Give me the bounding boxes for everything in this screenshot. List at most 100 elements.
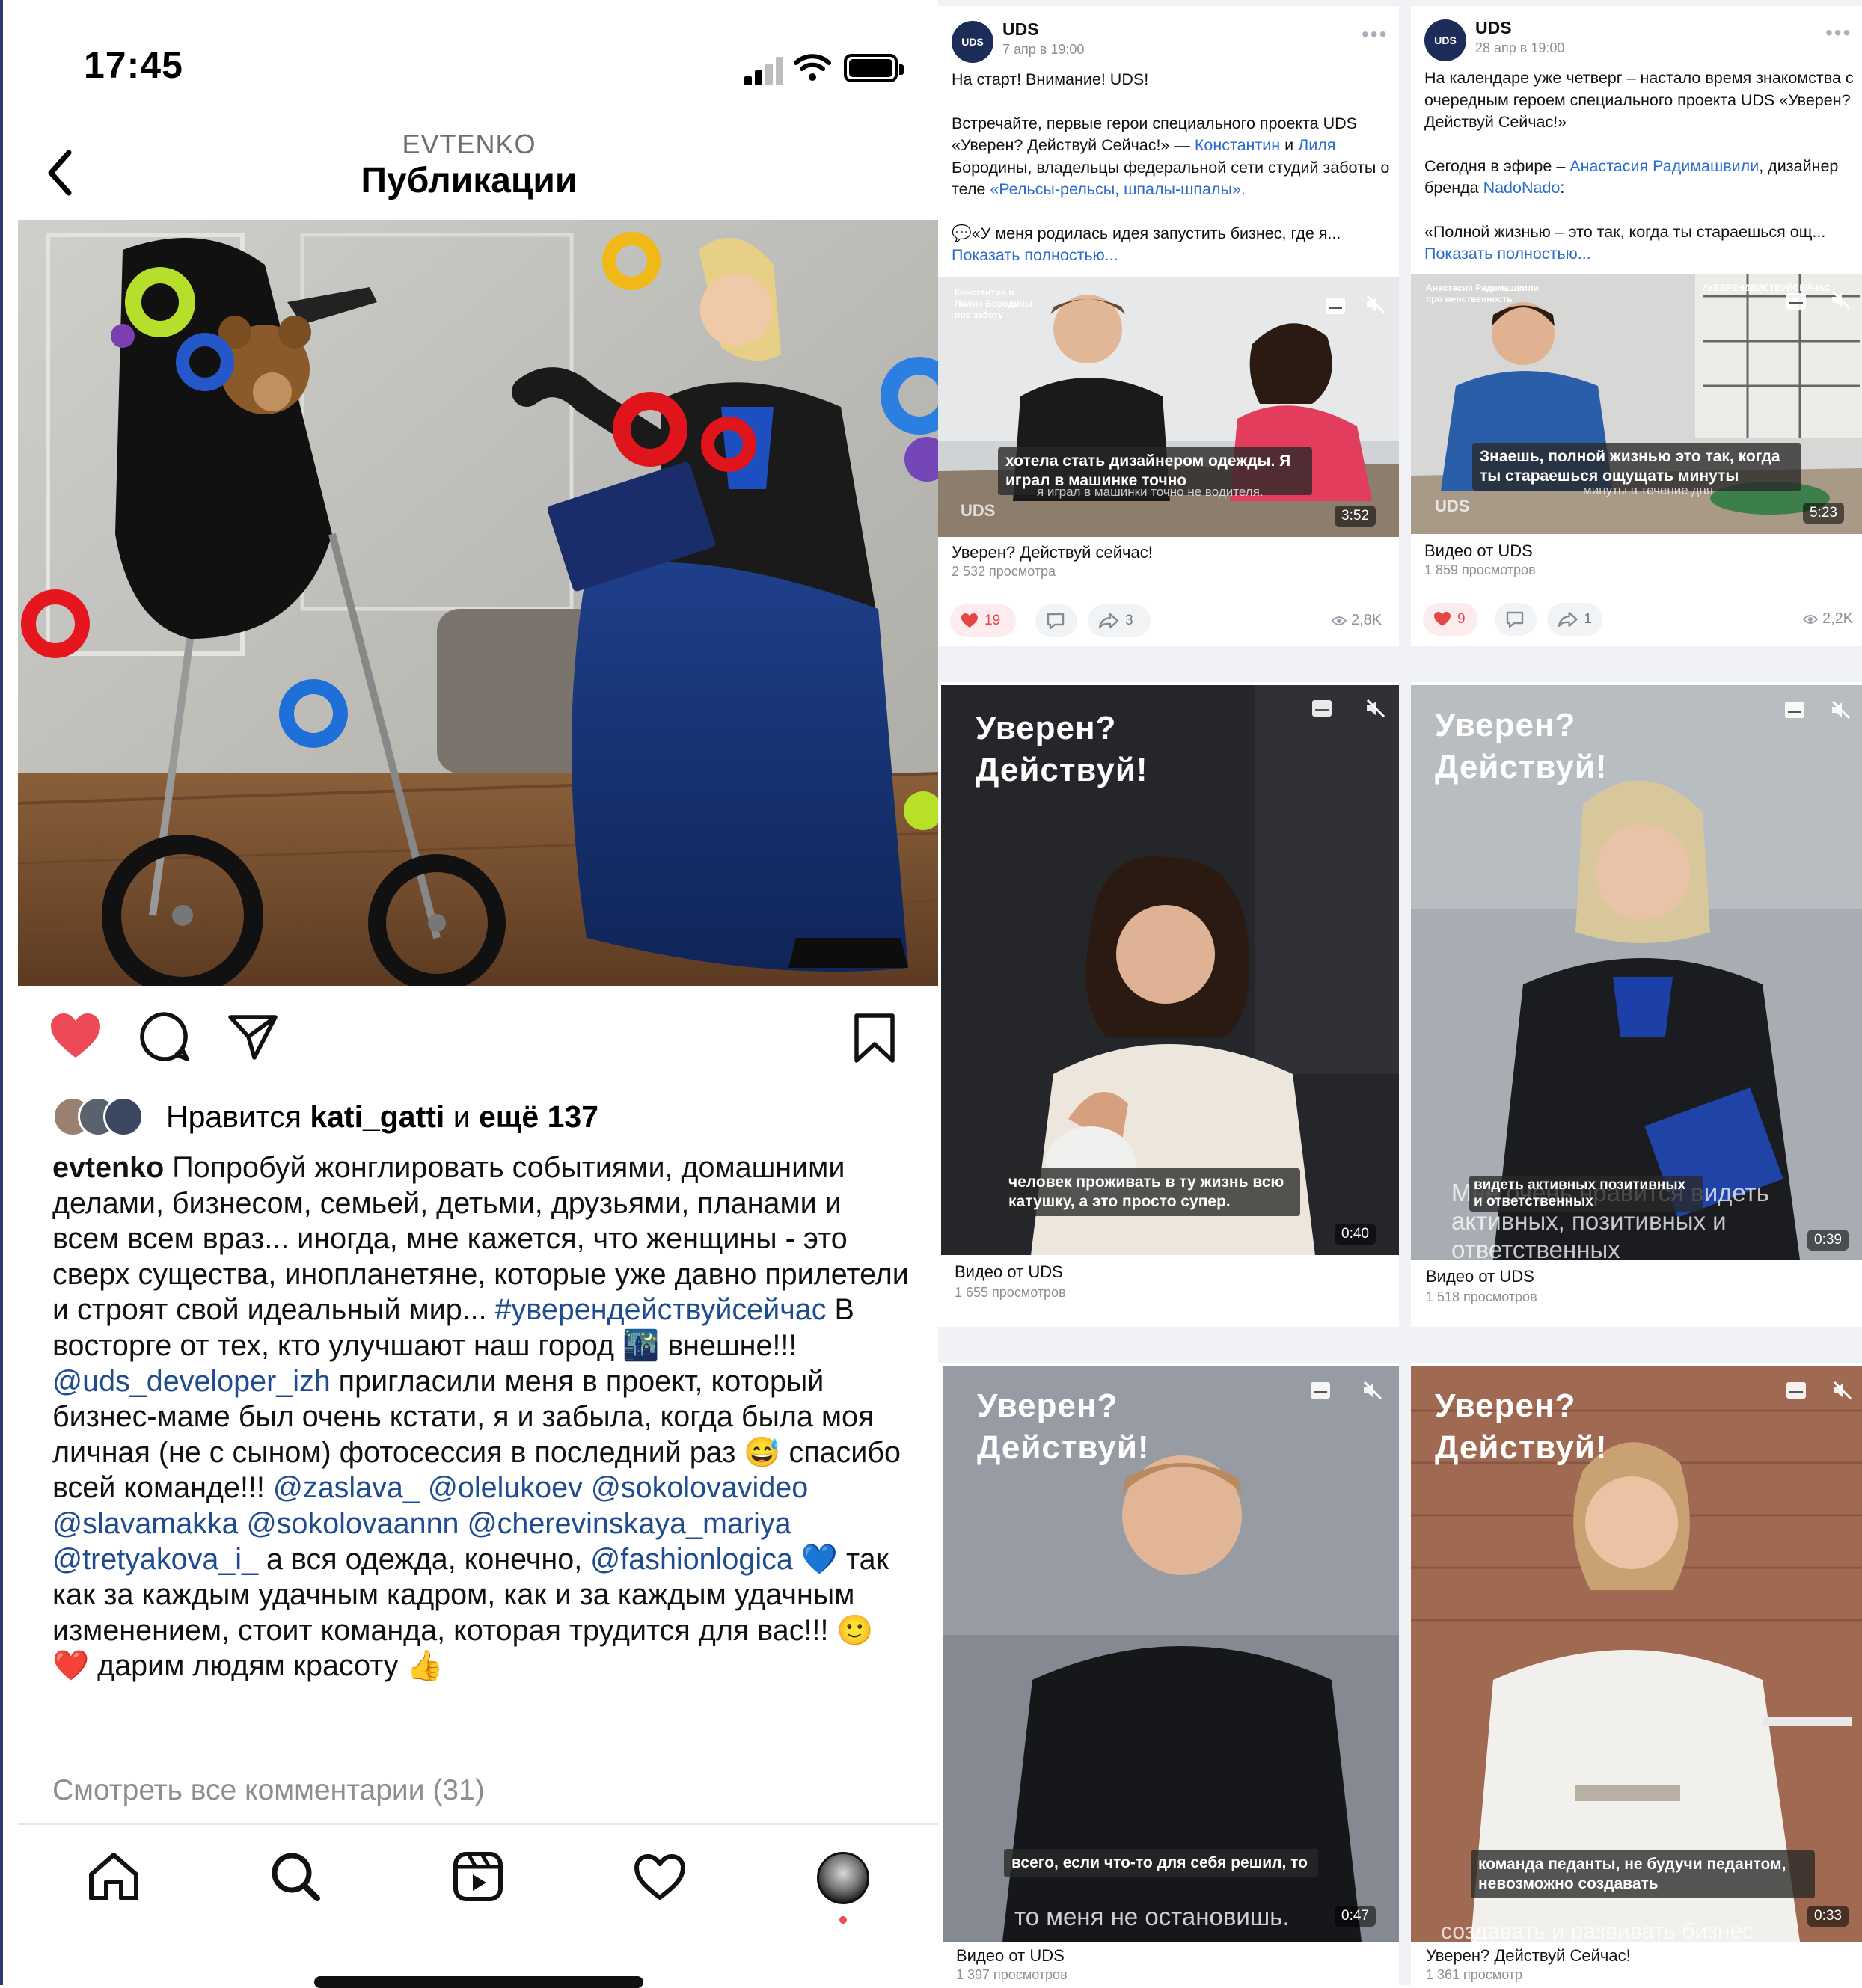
subtitles-icon[interactable] (1311, 699, 1333, 718)
like-button[interactable]: 19 (950, 604, 1016, 637)
mute-icon[interactable] (1365, 295, 1387, 314)
view-all-comments-link[interactable]: Смотреть все комментарии (31) (52, 1774, 485, 1807)
search-icon[interactable] (269, 1850, 322, 1903)
video-thumbnail[interactable]: Уверен? Действуй! человек проживать в ту… (941, 685, 1399, 1255)
post-author[interactable]: UDS (1475, 18, 1512, 38)
post-date: 7 апр в 19:00 (1002, 42, 1085, 57)
mention-link[interactable]: @uds_developer_izh (52, 1365, 331, 1398)
mention-link[interactable]: @cherevinskaya_mariya (468, 1507, 791, 1540)
person-link[interactable]: Анастасия Радимашвили (1569, 157, 1759, 175)
video-duration: 0:39 (1807, 1230, 1849, 1251)
signal-icon (744, 52, 789, 85)
mention-link[interactable]: @slavamakka (52, 1507, 239, 1540)
video-title[interactable]: Видео от UDS (955, 1263, 1063, 1282)
person-link[interactable]: Лиля (1298, 136, 1335, 154)
post-text: На старт! Внимание! UDS! Встречайте, пер… (952, 69, 1393, 267)
mention-link[interactable]: @fashionlogica (590, 1543, 793, 1576)
video-views: 1 859 просмотров (1424, 562, 1536, 577)
video-duration: 0:33 (1807, 1906, 1849, 1927)
video-title[interactable]: Уверен? Действуй Сейчас! (1426, 1946, 1631, 1966)
comment-button[interactable] (1035, 604, 1077, 637)
eye-icon (1803, 614, 1818, 624)
comment-icon[interactable] (139, 1011, 190, 1062)
video-thumbnail[interactable]: Уверен? Действуй! команда педанты, не бу… (1411, 1366, 1862, 1942)
mention-link[interactable]: @sokolovavideo (591, 1471, 808, 1504)
show-more-link[interactable]: Показать полностью... (952, 245, 1393, 267)
hashtag-link[interactable]: #уверендействуйсейчас (495, 1293, 827, 1326)
mute-icon[interactable] (1831, 1381, 1854, 1400)
vk-post-card: UDS UDS 7 апр в 19:00 ••• На старт! Вним… (938, 6, 1399, 646)
share-button[interactable]: 1 (1547, 603, 1602, 636)
mute-icon[interactable] (1830, 290, 1852, 310)
video-title[interactable]: Видео от UDS (1426, 1267, 1534, 1286)
mute-icon[interactable] (1362, 1381, 1384, 1400)
status-time: 17:45 (84, 44, 183, 86)
video-thumbnail[interactable]: Анастасия Радимашвили про женственность … (1411, 274, 1862, 534)
bookmark-icon[interactable] (853, 1013, 896, 1064)
subtitles-icon[interactable] (1785, 1381, 1807, 1400)
video-thumbnail[interactable]: Уверен? Действуй! Мне очень нравится вид… (1411, 685, 1862, 1260)
video-title[interactable]: Видео от UDS (1424, 542, 1533, 561)
video-views: 2 532 просмотра (952, 564, 1056, 579)
notification-dot (839, 1916, 847, 1924)
video-card: Уверен? Действуй! Мне очень нравится вид… (1411, 682, 1862, 1327)
mute-icon[interactable] (1365, 699, 1387, 718)
person-link[interactable]: Константин (1195, 136, 1280, 154)
like-button[interactable]: 9 (1423, 603, 1478, 636)
post-date: 28 апр в 19:00 (1475, 40, 1565, 55)
thumbnail-tag: Анастасия Радимашвили про женственность (1426, 283, 1539, 304)
brand-link[interactable]: NadoNado (1483, 179, 1561, 197)
home-icon[interactable] (87, 1850, 141, 1903)
reels-icon[interactable] (452, 1850, 504, 1903)
subtitles-icon[interactable] (1783, 700, 1806, 720)
activity-heart-icon[interactable] (633, 1853, 687, 1901)
subtitles-icon[interactable] (1324, 296, 1347, 316)
post-author[interactable]: UDS (1002, 19, 1039, 40)
mention-link[interactable]: @zaslava_ (273, 1471, 420, 1504)
more-options-icon[interactable]: ••• (1825, 21, 1852, 45)
video-card: Уверен? Действуй! человек проживать в ту… (938, 682, 1399, 1327)
liker-avatar (103, 1096, 144, 1137)
video-subtitle-large: то меня не остановишь. (1014, 1903, 1290, 1930)
share-button[interactable]: 3 (1088, 604, 1151, 637)
instagram-screen: 17:45 EVTENKO Публикации Нравится kati_g… (0, 0, 940, 1988)
uds-avatar[interactable]: UDS (1424, 19, 1466, 61)
frame-edge (0, 0, 3, 1985)
page-title: Публикации (361, 161, 578, 200)
video-duration: 0:40 (1335, 1224, 1376, 1245)
video-subtitle: видеть активных позитивных и ответственн… (1469, 1176, 1703, 1212)
comment-button[interactable] (1495, 603, 1537, 636)
subtitles-icon[interactable] (1785, 292, 1807, 311)
brand-link[interactable]: «Рельсы-рельсы, шпалы-шпалы». (990, 180, 1246, 198)
more-options-icon[interactable]: ••• (1362, 22, 1388, 46)
video-subtitle: человек проживать в ту жизнь всю катушку… (1001, 1168, 1300, 1216)
post-photo[interactable] (18, 220, 940, 986)
uds-avatar[interactable]: UDS (952, 21, 993, 63)
share-send-icon[interactable] (227, 1013, 278, 1061)
video-thumbnail[interactable]: Уверен? Действуй! всего, если что-то для… (943, 1366, 1399, 1942)
like-heart-icon[interactable] (48, 1011, 103, 1061)
subtitles-icon[interactable] (1309, 1381, 1332, 1400)
uds-watermark: UDS (1435, 497, 1470, 515)
profile-avatar-tab[interactable] (817, 1852, 869, 1904)
mention-link[interactable]: @olelukoev (428, 1471, 583, 1504)
post-text: На календаре уже четверг – настало время… (1424, 67, 1857, 266)
comment-icon (1047, 613, 1065, 630)
video-views: 1 397 просмотров (956, 1967, 1068, 1982)
video-title[interactable]: Уверен? Действуй сейчас! (952, 543, 1153, 562)
video-overlay-title: Уверен? Действуй! (1435, 707, 1608, 785)
show-more-link[interactable]: Показать полностью... (1424, 243, 1857, 266)
mention-link[interactable]: @sokolovaannn (247, 1507, 459, 1540)
header-username: EVTENKO (402, 129, 536, 159)
vk-feed-screen: UDS UDS 7 апр в 19:00 ••• На старт! Вним… (938, 0, 1862, 1985)
video-thumbnail[interactable]: Константин и Лилия Бородины про заботу х… (938, 277, 1399, 537)
video-subtitle: всего, если что-то для себя решил, то (1004, 1849, 1318, 1877)
mention-link[interactable]: @tretyakova_i_ (52, 1543, 258, 1576)
thumbnail-tag: Константин и Лилия Бородины про заботу (955, 287, 1033, 320)
post-views: 2,8K (1332, 612, 1382, 629)
video-subtitle-secondary: я играл в машинки точно не водителя. (1037, 485, 1264, 499)
heart-icon (961, 613, 978, 628)
mute-icon[interactable] (1830, 700, 1852, 720)
caption-author[interactable]: evtenko (52, 1151, 164, 1184)
video-title[interactable]: Видео от UDS (956, 1946, 1065, 1966)
